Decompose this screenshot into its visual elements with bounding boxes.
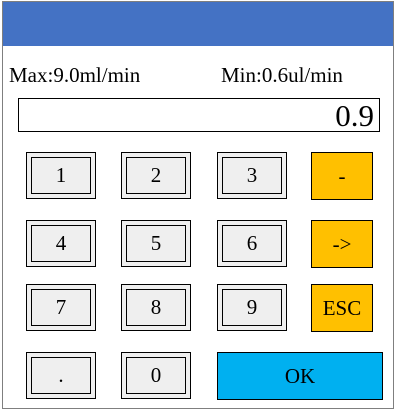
key-1-button[interactable]: 1	[26, 152, 96, 199]
ok-button[interactable]: OK	[217, 352, 383, 400]
value-display: 0.9	[18, 98, 380, 133]
max-limit-label: Max:9.0ml/min	[9, 63, 141, 87]
key-9-button[interactable]: 9	[217, 284, 287, 331]
display-value: 0.9	[335, 98, 374, 133]
key-7-button[interactable]: 7	[26, 284, 96, 331]
key-8-button[interactable]: 8	[121, 284, 191, 331]
key-0-button[interactable]: 0	[121, 352, 191, 399]
key-3-button[interactable]: 3	[217, 152, 287, 199]
minus-button[interactable]: -	[311, 152, 373, 200]
decimal-point-button[interactable]: .	[26, 352, 96, 399]
min-limit-label: Min:0.6ul/min	[221, 63, 343, 87]
title-bar	[3, 2, 393, 46]
esc-button[interactable]: ESC	[311, 284, 373, 332]
numeric-keypad-dialog: Max:9.0ml/min Min:0.6ul/min 0.9 1 2 3 - …	[2, 1, 394, 409]
key-2-button[interactable]: 2	[121, 152, 191, 199]
key-6-button[interactable]: 6	[217, 220, 287, 267]
arrow-button[interactable]: ->	[311, 220, 373, 268]
key-4-button[interactable]: 4	[26, 220, 96, 267]
key-5-button[interactable]: 5	[121, 220, 191, 267]
